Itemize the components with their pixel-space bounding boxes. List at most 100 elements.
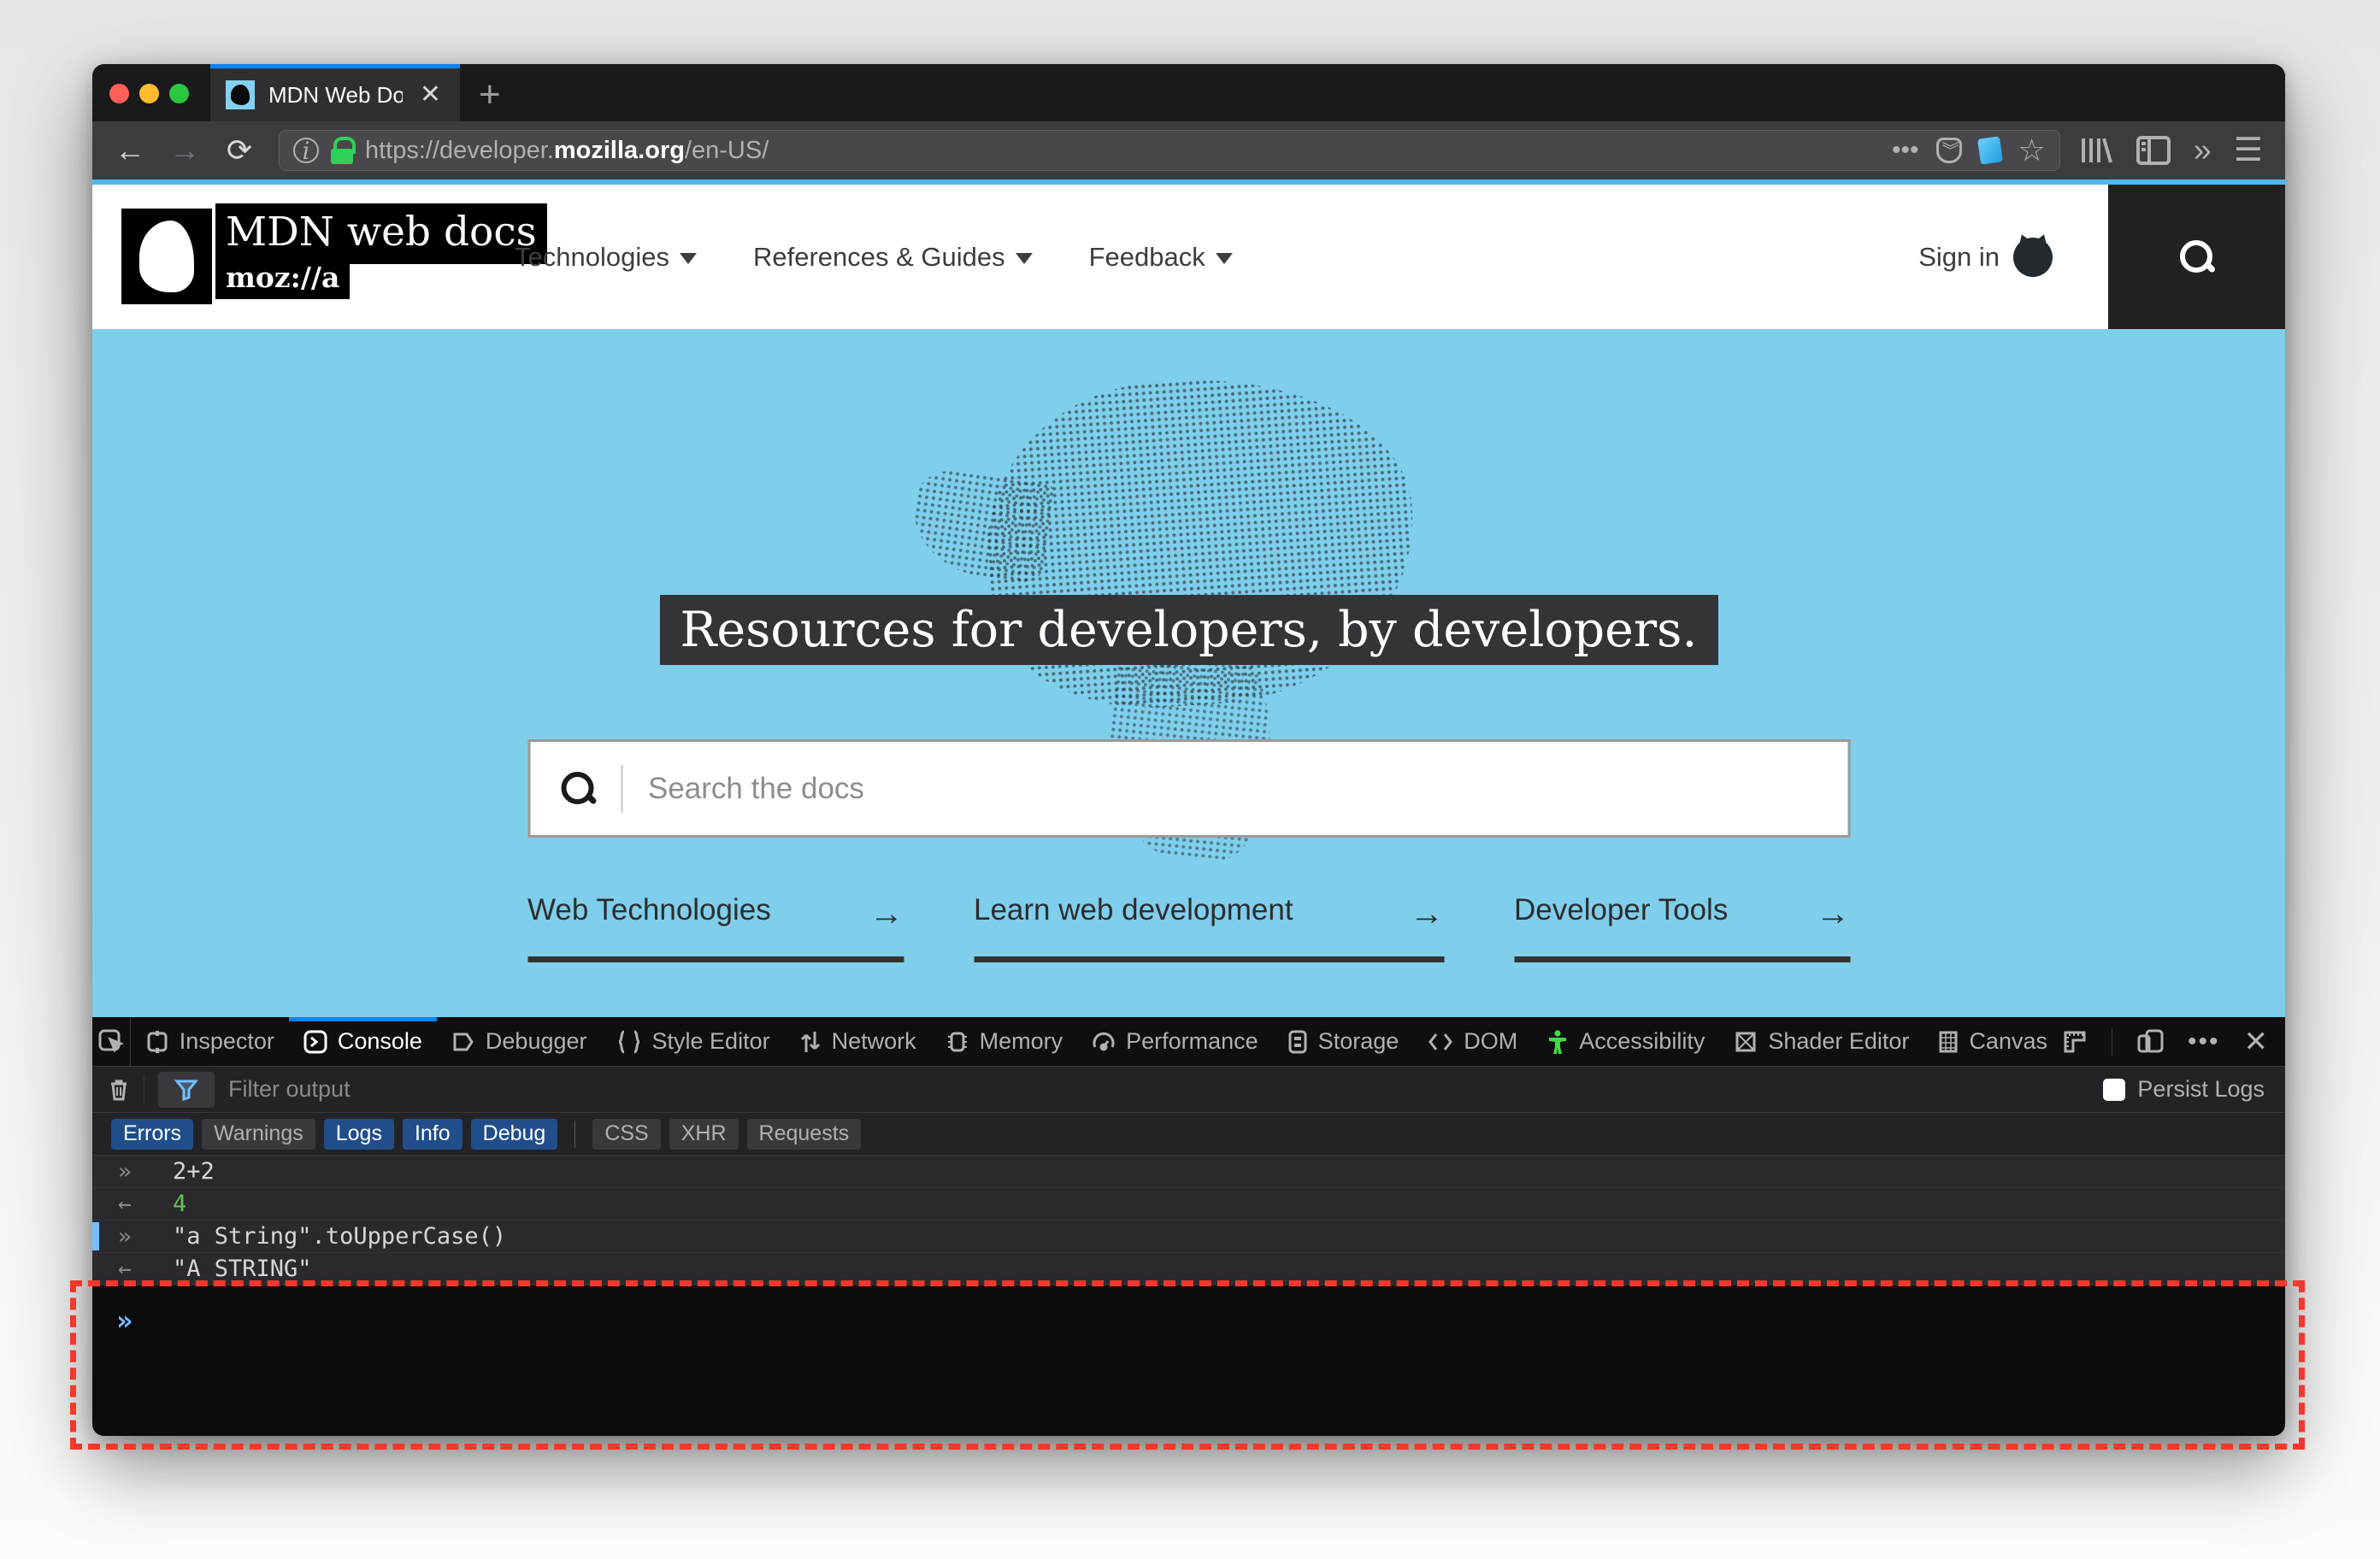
- persist-logs-control: Persist Logs: [2103, 1076, 2270, 1103]
- inspector-icon: [147, 1030, 168, 1053]
- nav-references-guides[interactable]: References & Guides: [753, 242, 1033, 273]
- tab-console[interactable]: Console: [288, 1017, 437, 1066]
- nav-feedback[interactable]: Feedback: [1089, 242, 1233, 273]
- window-minimize-button[interactable]: [139, 84, 159, 103]
- mdn-dino-icon: [121, 209, 212, 304]
- filter-requests-button[interactable]: Requests: [746, 1118, 862, 1150]
- page-actions-icon[interactable]: •••: [1892, 138, 1919, 163]
- pocket-icon[interactable]: [1935, 137, 1962, 163]
- console-input-area[interactable]: »: [92, 1285, 2285, 1436]
- window-zoom-button[interactable]: [169, 84, 189, 103]
- tab-style-editor[interactable]: Style Editor: [602, 1017, 785, 1066]
- link-learn-web-development[interactable]: Learn web development →: [974, 893, 1444, 962]
- dom-icon: [1429, 1032, 1453, 1050]
- extension-note-icon[interactable]: [1976, 136, 2003, 165]
- clear-console-icon[interactable]: [108, 1077, 130, 1103]
- overflow-chevrons-icon[interactable]: »: [2194, 134, 2212, 167]
- site-info-icon[interactable]: i: [293, 137, 319, 165]
- result-arrow-icon: ←: [118, 1256, 132, 1282]
- link-web-technologies[interactable]: Web Technologies →: [527, 893, 904, 962]
- back-button[interactable]: ←: [106, 135, 154, 166]
- docs-search-input[interactable]: Search the docs: [527, 739, 1850, 838]
- console-result-row[interactable]: ← 4: [92, 1188, 2285, 1221]
- storage-icon: [1288, 1030, 1307, 1053]
- persist-logs-checkbox[interactable]: [2103, 1078, 2126, 1101]
- tab-shader-editor[interactable]: Shader Editor: [1719, 1017, 1923, 1066]
- result-arrow-icon: ←: [118, 1191, 132, 1217]
- url-bar[interactable]: i https://developer.mozilla.org/en-US/ •…: [279, 130, 2060, 171]
- console-command-row[interactable]: » "a String".toUpperCase(): [92, 1221, 2285, 1253]
- sidebar-icon[interactable]: [2136, 135, 2171, 166]
- browser-tab[interactable]: MDN Web Docs ✕: [210, 64, 460, 121]
- traffic-lights: [109, 84, 189, 103]
- url-text[interactable]: https://developer.mozilla.org/en-US/: [365, 137, 1880, 165]
- bookmark-star-icon[interactable]: ☆: [2018, 135, 2046, 166]
- new-tab-button[interactable]: +: [479, 76, 501, 114]
- filter-debug-button[interactable]: Debug: [470, 1118, 558, 1150]
- network-icon: [800, 1031, 820, 1052]
- library-icon[interactable]: [2079, 135, 2113, 166]
- tab-performance[interactable]: Performance: [1077, 1017, 1273, 1066]
- devtools-tabbar: Inspector Console Debugger Style Editor …: [92, 1017, 2285, 1067]
- tab-title: MDN Web Docs: [268, 81, 403, 108]
- reload-button[interactable]: ⟳: [215, 135, 263, 166]
- command-chevron-icon: »: [118, 1158, 132, 1185]
- filter-output-input[interactable]: Filter output: [228, 1076, 2089, 1103]
- console-command-text: 2+2: [173, 1158, 215, 1185]
- hero-title: Resources for developers, by developers.: [659, 595, 1718, 665]
- secure-lock-icon[interactable]: [331, 137, 356, 164]
- nav-technologies[interactable]: Technologies: [515, 242, 697, 273]
- header-search-button[interactable]: [2108, 185, 2285, 329]
- console-command-row[interactable]: » 2+2: [92, 1156, 2285, 1188]
- memory-icon: [947, 1032, 967, 1051]
- search-icon: [561, 771, 595, 806]
- hero-section: Resources for developers, by developers.…: [92, 329, 2285, 1017]
- node-picker-icon[interactable]: [92, 1017, 131, 1066]
- tab-network[interactable]: Network: [785, 1017, 931, 1066]
- sign-in-link[interactable]: Sign in: [1918, 185, 2053, 329]
- accessibility-icon: [1549, 1029, 1567, 1054]
- link-developer-tools[interactable]: Developer Tools →: [1514, 893, 1850, 962]
- style-editor-icon: [617, 1030, 640, 1053]
- filter-toggle-button[interactable]: [158, 1071, 215, 1108]
- tab-inspector[interactable]: Inspector: [131, 1017, 289, 1066]
- filter-xhr-button[interactable]: XHR: [669, 1118, 739, 1150]
- tab-memory[interactable]: Memory: [931, 1017, 1078, 1066]
- console-result-row[interactable]: ← "A STRING": [92, 1253, 2285, 1285]
- filter-warnings-button[interactable]: Warnings: [202, 1118, 315, 1150]
- hero-links: Web Technologies → Learn web development →…: [527, 893, 1850, 962]
- ruler-icon[interactable]: [2062, 1029, 2088, 1055]
- chevron-down-icon: [1215, 253, 1233, 264]
- tab-dom[interactable]: DOM: [1413, 1017, 1532, 1066]
- window-close-button[interactable]: [109, 84, 129, 103]
- mozilla-wordmark: moz://a: [215, 259, 351, 299]
- performance-icon: [1093, 1032, 1115, 1050]
- filter-errors-button[interactable]: Errors: [111, 1118, 194, 1150]
- filter-css-button[interactable]: CSS: [592, 1118, 661, 1150]
- filter-logs-button[interactable]: Logs: [323, 1118, 394, 1150]
- arrow-right-icon: →: [1816, 895, 1850, 932]
- shader-editor-icon: [1735, 1032, 1756, 1051]
- tab-debugger[interactable]: Debugger: [437, 1017, 602, 1066]
- url-actions: ••• ☆: [1892, 135, 2046, 166]
- tab-accessibility[interactable]: Accessibility: [1532, 1017, 1719, 1066]
- funnel-icon: [174, 1080, 198, 1101]
- arrow-right-icon: →: [1410, 895, 1444, 932]
- console-icon: [303, 1030, 327, 1053]
- search-icon: [2179, 239, 2214, 274]
- site-header: MDN web docs moz://a Technologies Refere…: [92, 185, 2285, 329]
- responsive-design-icon[interactable]: [2136, 1029, 2164, 1055]
- tab-canvas[interactable]: Canvas: [1923, 1017, 2062, 1066]
- meatballs-menu-icon[interactable]: •••: [2188, 1028, 2220, 1055]
- mdn-logo-title: MDN web docs: [215, 203, 547, 264]
- tab-storage[interactable]: Storage: [1273, 1017, 1414, 1066]
- devtools-close-icon[interactable]: ✕: [2244, 1027, 2269, 1056]
- tab-close-icon[interactable]: ✕: [416, 79, 445, 111]
- github-icon: [2013, 237, 2053, 277]
- mdn-logo[interactable]: MDN web docs moz://a: [121, 203, 547, 304]
- menu-hamburger-icon[interactable]: ☰: [2234, 134, 2263, 167]
- forward-button[interactable]: →: [161, 135, 209, 166]
- filter-info-button[interactable]: Info: [402, 1118, 462, 1150]
- toolbar-right: » ☰: [2079, 134, 2271, 167]
- console-command-text: "a String".toUpperCase(): [173, 1223, 507, 1250]
